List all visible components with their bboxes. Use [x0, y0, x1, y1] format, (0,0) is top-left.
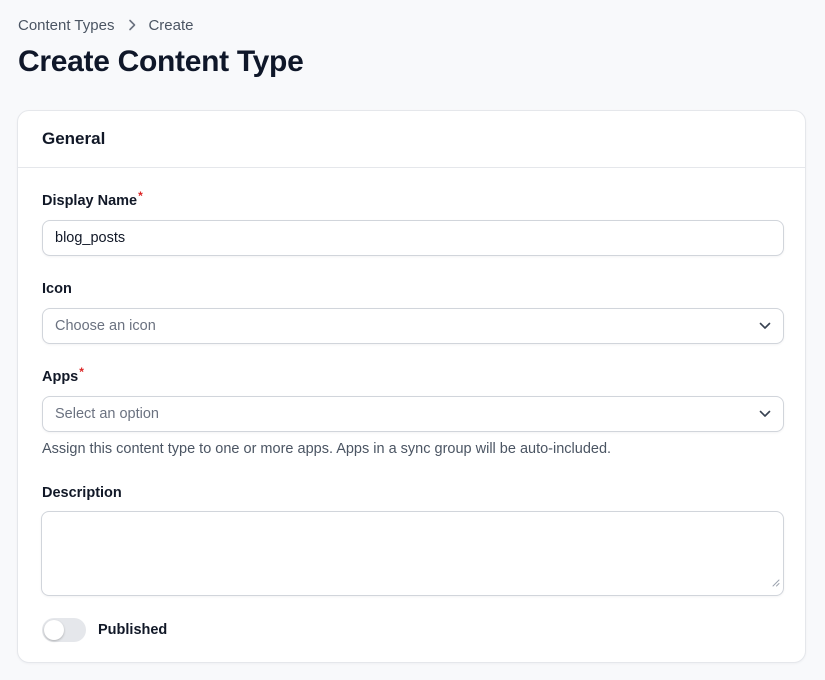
chevron-down-icon: [759, 410, 771, 418]
display-name-label-text: Display Name: [42, 193, 138, 209]
required-marker: *: [79, 365, 84, 379]
published-label: Published: [98, 622, 168, 638]
description-label: Description: [42, 485, 122, 501]
chevron-right-icon: [128, 19, 136, 31]
apps-label-text: Apps: [42, 369, 79, 385]
section-header: General: [18, 111, 805, 168]
display-name-value: blog_posts: [55, 230, 126, 246]
description-textarea[interactable]: [41, 511, 784, 596]
apps-label: Apps *: [42, 365, 84, 385]
icon-select[interactable]: Choose an icon: [42, 308, 784, 344]
icon-label-text: Icon: [42, 281, 72, 297]
published-toggle[interactable]: [42, 618, 86, 642]
apps-help-text: Assign this content type to one or more …: [42, 441, 612, 457]
page-title: Create Content Type: [18, 45, 304, 78]
icon-select-placeholder: Choose an icon: [55, 318, 156, 334]
display-name-label: Display Name *: [42, 189, 143, 209]
chevron-down-icon: [759, 322, 771, 330]
apps-select[interactable]: Select an option: [42, 396, 784, 432]
breadcrumb-content-types-link[interactable]: Content Types: [18, 17, 114, 34]
description-label-text: Description: [42, 485, 122, 501]
breadcrumb: Content Types Create: [18, 14, 193, 36]
apps-select-placeholder: Select an option: [55, 406, 159, 422]
display-name-input[interactable]: blog_posts: [42, 220, 784, 256]
breadcrumb-current: Create: [148, 16, 194, 34]
resize-handle-icon[interactable]: [772, 574, 780, 592]
toggle-knob: [44, 620, 64, 640]
required-marker: *: [138, 189, 143, 203]
general-section-card: General Display Name * blog_posts Icon Ch…: [17, 110, 806, 663]
published-toggle-row: Published: [42, 618, 167, 642]
icon-label: Icon: [42, 281, 72, 297]
section-title: General: [42, 129, 106, 148]
